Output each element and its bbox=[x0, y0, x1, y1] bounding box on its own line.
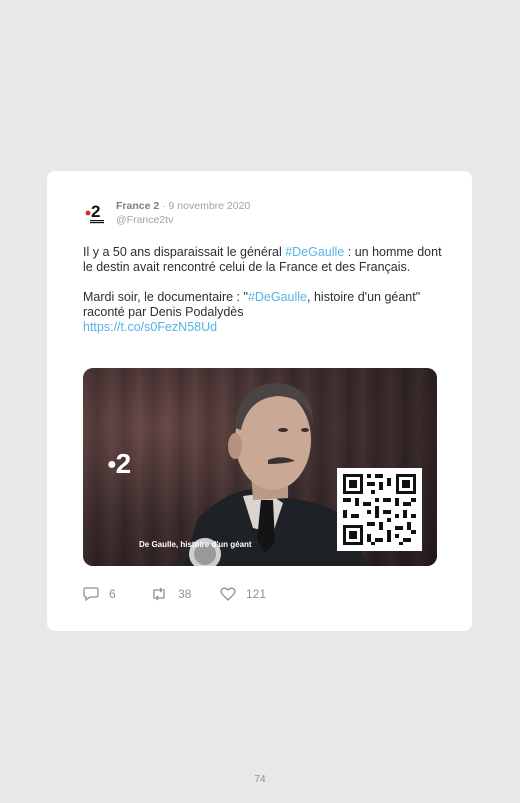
tweet-separator: · bbox=[159, 200, 169, 212]
author-name[interactable]: France 2 bbox=[116, 200, 159, 212]
hashtag-link[interactable]: #DeGaulle bbox=[285, 245, 344, 259]
like-action[interactable]: 121 bbox=[220, 587, 266, 601]
tweet-text: Il y a 50 ans disparaissait le général #… bbox=[83, 245, 445, 350]
tweet-paragraph-2: Mardi soir, le documentaire : "#DeGaulle… bbox=[83, 290, 445, 335]
author-handle[interactable]: @France2tv bbox=[116, 214, 250, 227]
page-number: 74 bbox=[254, 774, 266, 785]
svg-text:2: 2 bbox=[91, 202, 100, 221]
tweet-card: 2 France 2 · 9 novembre 2020 @France2tv … bbox=[47, 171, 472, 631]
qr-code-icon[interactable] bbox=[337, 468, 422, 551]
reply-count: 6 bbox=[109, 587, 116, 601]
tweet-paragraph-1: Il y a 50 ans disparaissait le général #… bbox=[83, 245, 445, 275]
tweet-author: France 2 · 9 novembre 2020 @France2tv bbox=[116, 200, 250, 227]
retweet-action[interactable]: 38 bbox=[150, 587, 191, 601]
tweet-date[interactable]: 9 novembre 2020 bbox=[169, 200, 251, 212]
hashtag-link[interactable]: #DeGaulle bbox=[248, 290, 307, 304]
reply-icon bbox=[83, 587, 99, 601]
france2-avatar-icon[interactable]: 2 bbox=[84, 201, 108, 225]
heart-icon bbox=[220, 587, 236, 601]
url-link[interactable]: https://t.co/s0FezN58Ud bbox=[83, 320, 217, 334]
text-segment: Il y a 50 ans disparaissait le général bbox=[83, 245, 286, 259]
reply-action[interactable]: 6 bbox=[83, 587, 116, 601]
channel-logo-text: 2 bbox=[115, 448, 132, 479]
tweet-media[interactable]: ●2 De Gaulle, histoire d'un géant bbox=[83, 368, 437, 566]
retweet-count: 38 bbox=[178, 587, 192, 601]
channel-logo: ●2 bbox=[107, 448, 132, 479]
text-segment: Mardi soir, le documentaire : " bbox=[83, 290, 248, 304]
like-count: 121 bbox=[246, 587, 267, 601]
media-caption: De Gaulle, histoire d'un géant bbox=[139, 540, 252, 549]
retweet-icon bbox=[153, 587, 165, 601]
